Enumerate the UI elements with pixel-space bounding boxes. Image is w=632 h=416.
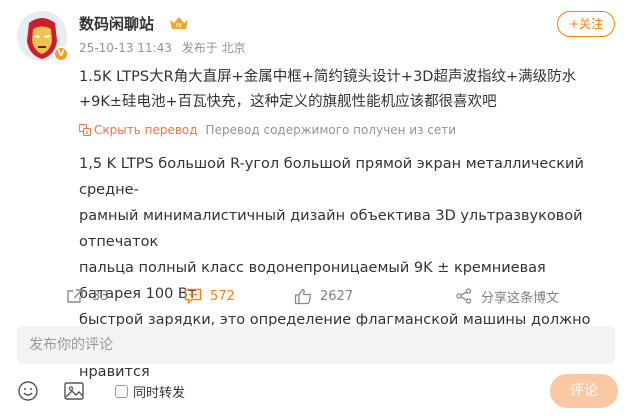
post-text-line: +9K±硅电池+百瓦快充，这种定义的旗舰性能机应该都很喜欢吧 [79,94,497,110]
share-label: 分享这条博文 [481,290,560,306]
post-timestamp[interactable]: 25-10-13 11:43 [79,41,172,55]
post-meta: 25-10-13 11:43 发布于 北京 [79,39,246,56]
image-icon[interactable] [63,380,85,402]
level-badge-text: IV [176,24,182,30]
level-badge-icon: IV [170,17,188,30]
post-text-line: 1.5K LTPS大R角大直屏+金属中框+简约镜头设计+3D超声波指纹+满级防水 [79,69,577,85]
comment-icon [184,288,202,304]
follow-button[interactable]: +关注 [557,11,615,37]
comment-input[interactable]: 发布你的评论 [17,326,615,364]
post-body: 1.5K LTPS大R角大直屏+金属中框+简约镜头设计+3D超声波指纹+满级防水… [79,65,599,115]
comment-count: 572 [210,288,235,304]
repost-count: 33 [92,288,109,304]
post-actions: 33 572 2627 分享这条博文 [0,284,632,308]
like-button[interactable]: 2627 [294,284,353,308]
translation-bar: A Скрыть перевод Перевод содержимого пол… [79,123,456,137]
like-count: 2627 [320,288,354,304]
translated-line: 1,5 K LTPS большой R-угол большой прямой… [79,156,584,198]
repost-also-option[interactable]: 同时转发 [115,382,185,401]
hide-translation-label: Скрыть перевод [94,123,198,137]
repost-also-checkbox[interactable] [115,385,128,398]
emoji-icon[interactable] [17,380,39,402]
like-icon [294,288,311,304]
repost-also-label: 同时转发 [133,386,186,401]
comment-toolbar: 同时转发 评论 [0,374,632,408]
share-icon [456,288,472,304]
comment-button[interactable]: 572 [184,284,235,308]
translate-icon: A [79,124,91,136]
hide-translation-link[interactable]: A Скрыть перевод [79,123,198,137]
share-button[interactable]: 分享这条博文 [455,284,559,308]
submit-comment-button[interactable]: 评论 [550,374,618,408]
repost-button[interactable]: 33 [66,284,109,308]
translated-line: рамный минималистичный дизайн объектива … [79,208,583,250]
repost-icon [67,289,83,303]
translation-notice: Перевод содержимого получен из сети [205,123,457,137]
post-source: 发布于 北京 [181,41,246,55]
author-name[interactable]: 数码闲聊站 [79,13,154,34]
verified-badge-icon: V [53,46,69,62]
